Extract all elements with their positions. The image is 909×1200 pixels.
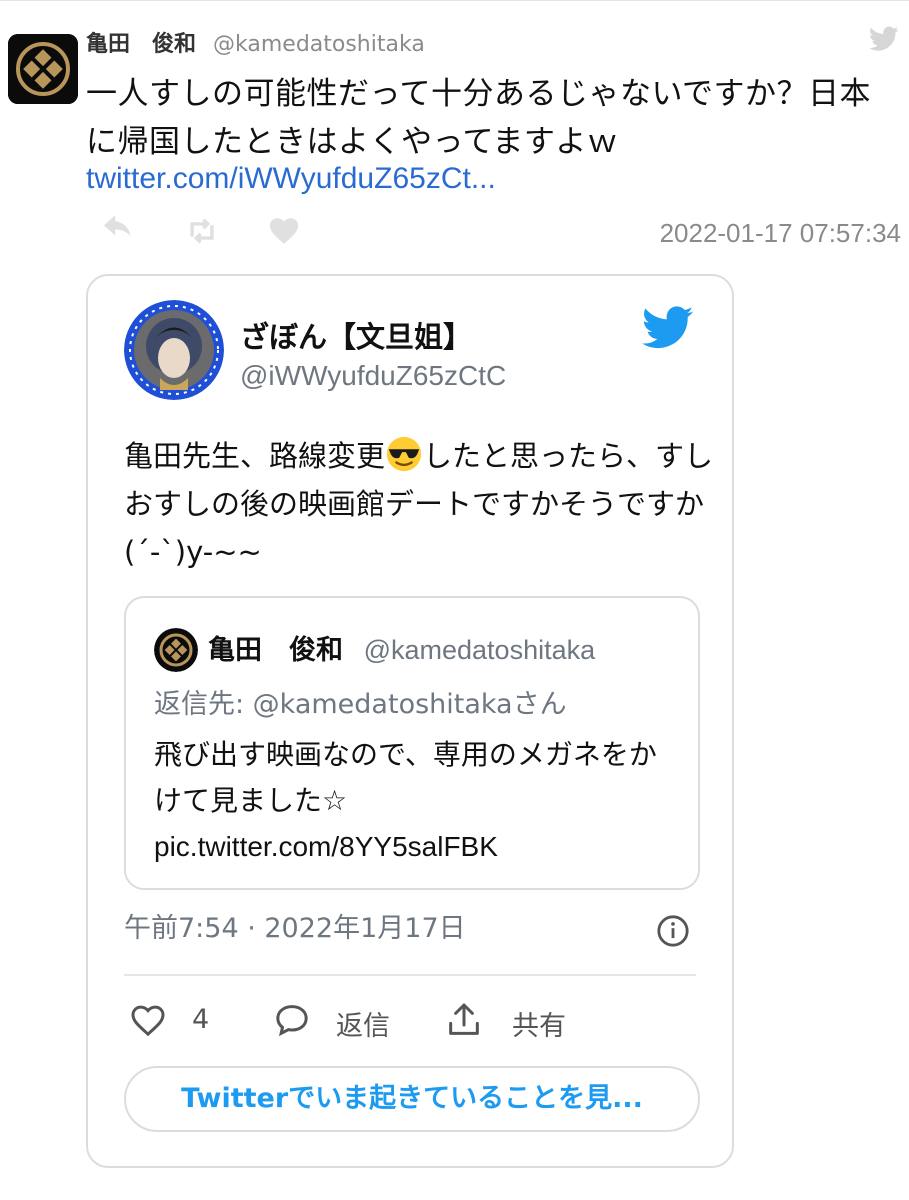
embed-tweet-text: 亀田先生、路線変更 したと思ったら、すしおすしの後の映画館デートですかそうですか(… (124, 432, 714, 576)
tweet-text: 一人すしの可能性だって十分あるじゃないですか？日本に帰国したときはよくやってます… (86, 76, 872, 160)
quote-author-handle[interactable]: @kamedatoshitaka (364, 635, 596, 665)
reply-stat[interactable]: 返信 (272, 1000, 412, 1042)
author-avatar[interactable] (8, 34, 78, 104)
embed-text-part-1: 亀田先生、路線変更 (124, 439, 386, 473)
embed-author-handle[interactable]: @iWWyufduZ65zCtC (240, 360, 506, 392)
share-upload-icon (449, 1003, 479, 1035)
author-name[interactable]: 亀田 俊和 (86, 32, 196, 57)
see-more-button[interactable]: Twitterでいま起きていることを見... (124, 1066, 700, 1132)
reply-icon[interactable] (100, 214, 136, 248)
quote-author-line: 亀田 俊和 @kamedatoshitaka (208, 628, 595, 667)
quote-text: 飛び出す映画なので、専用のメガネをかけて見ました☆ pic.twitter.co… (154, 732, 684, 870)
quote-author-name[interactable]: 亀田 俊和 (208, 635, 343, 666)
tweet-link[interactable]: twitter.com/iWWyufduZ65zCt... (86, 162, 496, 196)
author-handle[interactable]: @kamedatoshitaka (213, 32, 425, 57)
embed-post-time[interactable]: 午前7:54 · 2022年1月17日 (124, 906, 466, 945)
author-line: 亀田 俊和 @kamedatoshitaka (86, 26, 425, 58)
heart-outline-icon (131, 1005, 165, 1037)
quote-reply-to: 返信先: @kamedatoshitakaさん (154, 689, 567, 720)
reply-label: 返信 (336, 1011, 390, 1042)
like-stat[interactable]: 4 (128, 1000, 228, 1040)
twitter-bird-icon[interactable] (642, 306, 694, 350)
embed-divider (124, 974, 696, 976)
quote-pic-link[interactable]: pic.twitter.com/8YY5salFBK (154, 824, 684, 870)
retweet-icon[interactable] (184, 214, 220, 248)
embed-author-name[interactable]: ざぼん【文旦姐】 (240, 314, 472, 356)
info-icon[interactable] (656, 914, 690, 948)
quote-body: 飛び出す映画なので、専用のメガネをかけて見ました☆ (154, 738, 657, 817)
quoted-tweet[interactable]: 亀田 俊和 @kamedatoshitaka 返信先: @kamedatoshi… (124, 596, 700, 890)
quote-author-avatar[interactable] (154, 628, 198, 672)
sunglasses-emoji-icon (386, 436, 422, 472)
comment-bubble-icon (276, 1005, 308, 1037)
share-stat[interactable]: 共有 (444, 1000, 584, 1042)
share-label: 共有 (512, 1011, 566, 1042)
like-icon[interactable] (266, 214, 302, 248)
tweet-timestamp: 2022-01-17 07:57:34 (659, 218, 901, 248)
likes-count: 4 (192, 1004, 210, 1035)
embedded-tweet-card[interactable]: ざぼん【文旦姐】 @iWWyufduZ65zCtC 亀田先生、路線変更 したと思っ… (86, 274, 734, 1168)
twitter-bird-icon[interactable] (869, 26, 899, 52)
embed-author-avatar[interactable] (124, 300, 224, 400)
top-divider (0, 0, 909, 1)
